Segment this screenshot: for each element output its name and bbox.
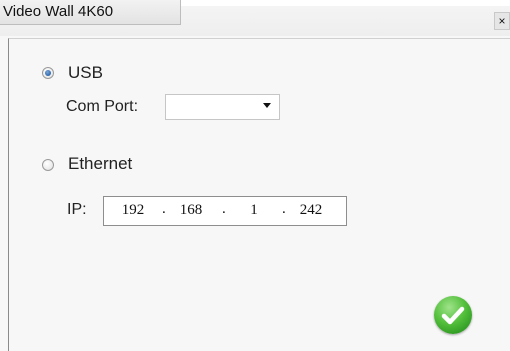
ethernet-label: Ethernet <box>68 154 133 173</box>
ip-separator: . <box>162 201 166 217</box>
usb-label: USB <box>68 63 103 82</box>
ip-separator: . <box>282 201 286 217</box>
com-port-dropdown[interactable] <box>165 94 280 120</box>
title-bar: Video Wall 4K60 × <box>0 0 510 36</box>
ip-separator: . <box>222 201 226 217</box>
usb-radio[interactable] <box>42 67 54 79</box>
ethernet-radio[interactable] <box>42 159 54 171</box>
ok-button[interactable] <box>434 296 472 334</box>
ip-label: IP: <box>67 201 87 218</box>
title-tab: Video Wall 4K60 <box>0 0 181 25</box>
close-button[interactable]: × <box>494 12 510 30</box>
ip-octet-4[interactable]: 242 <box>296 202 326 219</box>
ip-octet-2[interactable]: 168 <box>176 202 206 219</box>
ip-octet-1[interactable]: 192 <box>118 202 148 219</box>
close-icon: × <box>498 14 506 28</box>
ip-address-field[interactable]: 192 . 168 . 1 . 242 <box>103 196 347 226</box>
com-port-label: Com Port: <box>66 98 139 115</box>
window-title: Video Wall 4K60 <box>3 3 114 20</box>
checkmark-icon <box>441 306 465 325</box>
chevron-down-icon <box>263 103 271 108</box>
dialog-window: Video Wall 4K60 × USB Com Port: Ethernet… <box>0 0 510 351</box>
ip-octet-3[interactable]: 1 <box>242 202 266 219</box>
radio-selected-dot <box>45 70 51 76</box>
